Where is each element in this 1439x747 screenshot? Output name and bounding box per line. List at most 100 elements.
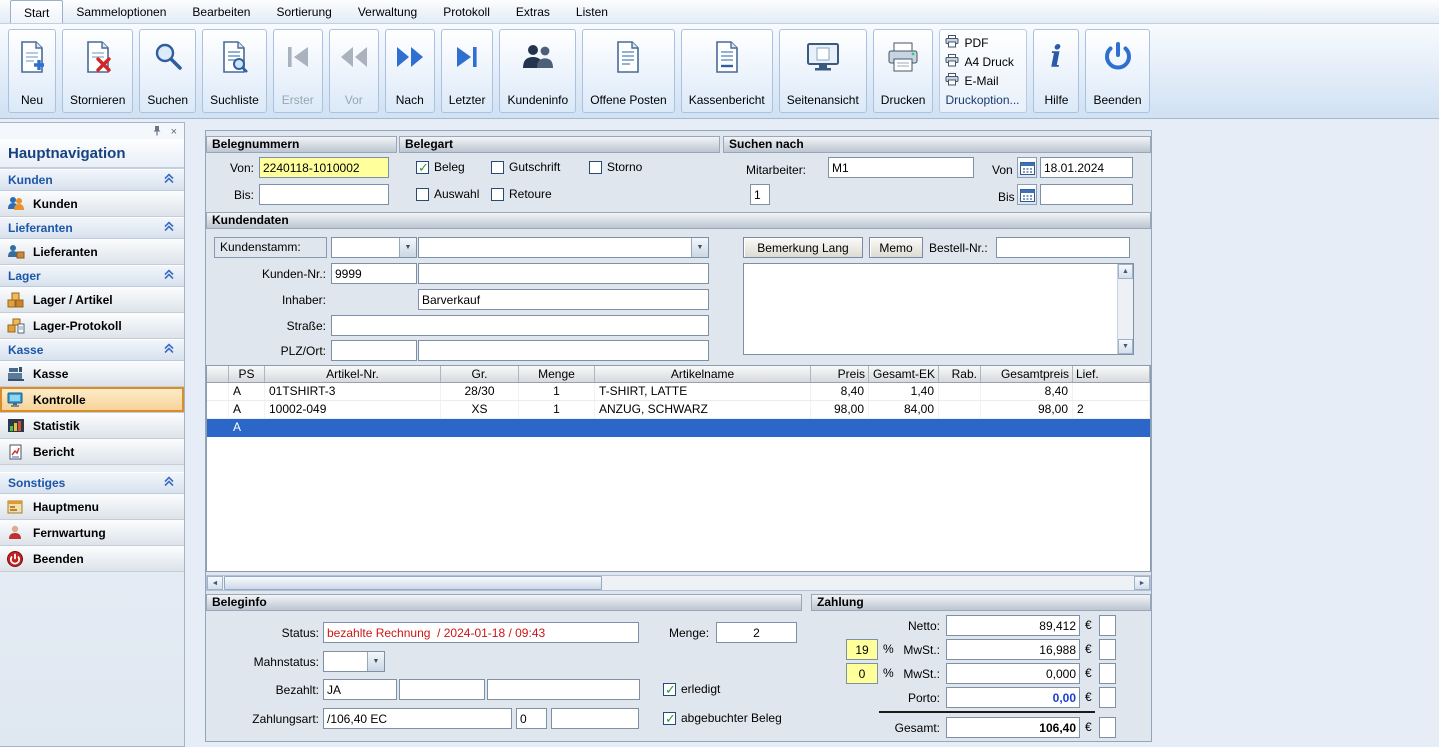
column-header-lief[interactable]: Lief. [1073,366,1150,382]
column-header-gr[interactable]: Gr. [441,366,519,382]
gesamt-input[interactable] [946,717,1080,738]
sidebar-group-kunden[interactable]: Kunden [0,169,184,191]
zahlungsart-feld2-input[interactable] [516,708,547,729]
sidebar-group-sonstiges[interactable]: Sonstiges [0,472,184,494]
column-header-menge[interactable]: Menge [519,366,595,382]
scroll-right-button[interactable]: ► [1134,576,1150,590]
menu-tab-start[interactable]: Start [10,0,63,23]
toolbar-button-vor[interactable]: Vor [329,29,379,113]
column-header-artikelnr[interactable]: Artikel-Nr. [265,366,441,382]
mitarbeiter-input[interactable] [828,157,974,178]
pin-icon[interactable] [152,125,162,139]
menu-tab-extras[interactable]: Extras [503,0,563,23]
status-input[interactable] [323,622,639,643]
toolbar-button-offene-posten[interactable]: Offene Posten [582,29,675,113]
kundenstamm-combo-1[interactable]: ▼ [331,237,417,258]
scroll-track[interactable] [223,576,1134,590]
kundennr-input[interactable] [331,263,417,284]
sidebar-item-statistik[interactable]: Statistik [0,413,184,439]
toolbar-button-stornieren[interactable]: Stornieren [62,29,133,113]
sidebar-item-lieferanten[interactable]: Lieferanten [0,239,184,265]
chevron-down-icon[interactable]: ▼ [399,238,416,257]
sidebar-item-kasse[interactable]: Kasse [0,361,184,387]
menu-tab-sortierung[interactable]: Sortierung [263,0,344,23]
chevron-down-icon[interactable]: ▼ [367,652,384,671]
sidebar-item-hauptmenu[interactable]: Hauptmenu [0,494,184,520]
column-header-gesamtpreis[interactable]: Gesamtpreis [981,366,1073,382]
kundenstamm-button[interactable]: Kundenstamm: [214,237,327,258]
sidebar-item-bericht[interactable]: Bericht [0,439,184,465]
column-header-rab[interactable]: Rab. [939,366,981,382]
scroll-down-button[interactable]: ▼ [1118,339,1133,354]
sidebar-group-lager[interactable]: Lager [0,265,184,287]
sidebar-item-kontrolle[interactable]: Kontrolle [0,387,184,413]
table-empty-area[interactable] [207,437,1150,571]
zahlungsart-input[interactable] [323,708,512,729]
column-header-gesamt-ek[interactable]: Gesamt-EK [869,366,939,382]
datum-von-input[interactable] [1040,157,1133,178]
calendar-button-von[interactable] [1017,157,1037,178]
table-row-selected[interactable]: A [207,419,1150,437]
memo-scrollbar[interactable]: ▲ ▼ [1117,264,1133,354]
inhaber-input[interactable] [418,289,709,310]
strasse-input[interactable] [331,315,709,336]
column-header-artikelname[interactable]: Artikelname [595,366,811,382]
bemerkung-lang-button[interactable]: Bemerkung Lang [743,237,863,258]
bezahlt-input[interactable] [323,679,397,700]
kundennr-zusatz-input[interactable] [418,263,709,284]
checkbox-erledigt[interactable]: erledigt [663,682,720,696]
toolbar-button-nach[interactable]: Nach [385,29,435,113]
sidebar-item-lager-artikel[interactable]: Lager / Artikel [0,287,184,313]
mahnstatus-combo[interactable]: ▼ [323,651,385,672]
table-row[interactable]: A 01TSHIRT-3 28/30 1 T-SHIRT, LATTE 8,40… [207,383,1150,401]
mwst1-extra-box[interactable] [1099,639,1116,660]
gesamt-extra-box[interactable] [1099,717,1116,738]
belegnummer-von-input[interactable] [259,157,389,178]
toolbar-button-a4-druck[interactable]: A4 Druck [945,53,1021,70]
belegnummer-bis-input[interactable] [259,184,389,205]
menu-tab-protokoll[interactable]: Protokoll [430,0,503,23]
mwst2-input[interactable] [946,663,1080,684]
checkbox-retoure[interactable]: Retoure [491,187,552,201]
chevron-down-icon[interactable]: ▼ [691,238,708,257]
bestellnr-input[interactable] [996,237,1130,258]
checkbox-storno[interactable]: Storno [589,160,642,174]
menu-tab-verwaltung[interactable]: Verwaltung [345,0,430,23]
plz-input[interactable] [331,340,417,361]
sidebar-item-lager-protokoll[interactable]: Lager-Protokoll [0,313,184,339]
toolbar-button-neu[interactable]: Neu [8,29,56,113]
toolbar-button-kassenbericht[interactable]: Kassenbericht [681,29,773,113]
toolbar-button-email[interactable]: E-Mail [945,72,1021,89]
scroll-thumb[interactable] [224,576,602,590]
memo-button[interactable]: Memo [869,237,923,258]
scroll-left-button[interactable]: ◄ [207,576,223,590]
ort-input[interactable] [418,340,709,361]
porto-input[interactable] [946,687,1080,708]
column-header-ps[interactable]: PS [229,366,265,382]
toolbar-button-kundeninfo[interactable]: Kundeninfo [499,29,576,113]
toolbar-button-suchen[interactable]: Suchen [139,29,196,113]
memo-textarea[interactable]: ▲ ▼ [743,263,1134,355]
mwst2-extra-box[interactable] [1099,663,1116,684]
close-icon[interactable]: × [171,126,177,138]
toolbar-button-letzter[interactable]: Letzter [441,29,494,113]
sidebar-group-lieferanten[interactable]: Lieferanten [0,217,184,239]
netto-input[interactable] [946,615,1080,636]
bezahlt-feld3-input[interactable] [487,679,640,700]
mitarbeiter-nummer-input[interactable] [750,184,770,205]
toolbar-button-pdf[interactable]: PDF [945,34,1021,51]
netto-extra-box[interactable] [1099,615,1116,636]
checkbox-gutschrift[interactable]: Gutschrift [491,160,560,174]
menu-tab-bearbeiten[interactable]: Bearbeiten [179,0,263,23]
zahlungsart-feld3-input[interactable] [551,708,639,729]
calendar-button-bis[interactable] [1017,184,1037,205]
mwst1-satz-input[interactable] [846,639,878,660]
bezahlt-feld2-input[interactable] [399,679,485,700]
toolbar-button-beenden[interactable]: Beenden [1085,29,1149,113]
datum-bis-input[interactable] [1040,184,1133,205]
table-row[interactable]: A 10002-049 XS 1 ANZUG, SCHWARZ 98,00 84… [207,401,1150,419]
sidebar-item-fernwartung[interactable]: Fernwartung [0,520,184,546]
toolbar-button-hilfe[interactable]: i Hilfe [1033,29,1079,113]
menge-input[interactable] [716,622,797,643]
toolbar-button-erster[interactable]: Erster [273,29,323,113]
